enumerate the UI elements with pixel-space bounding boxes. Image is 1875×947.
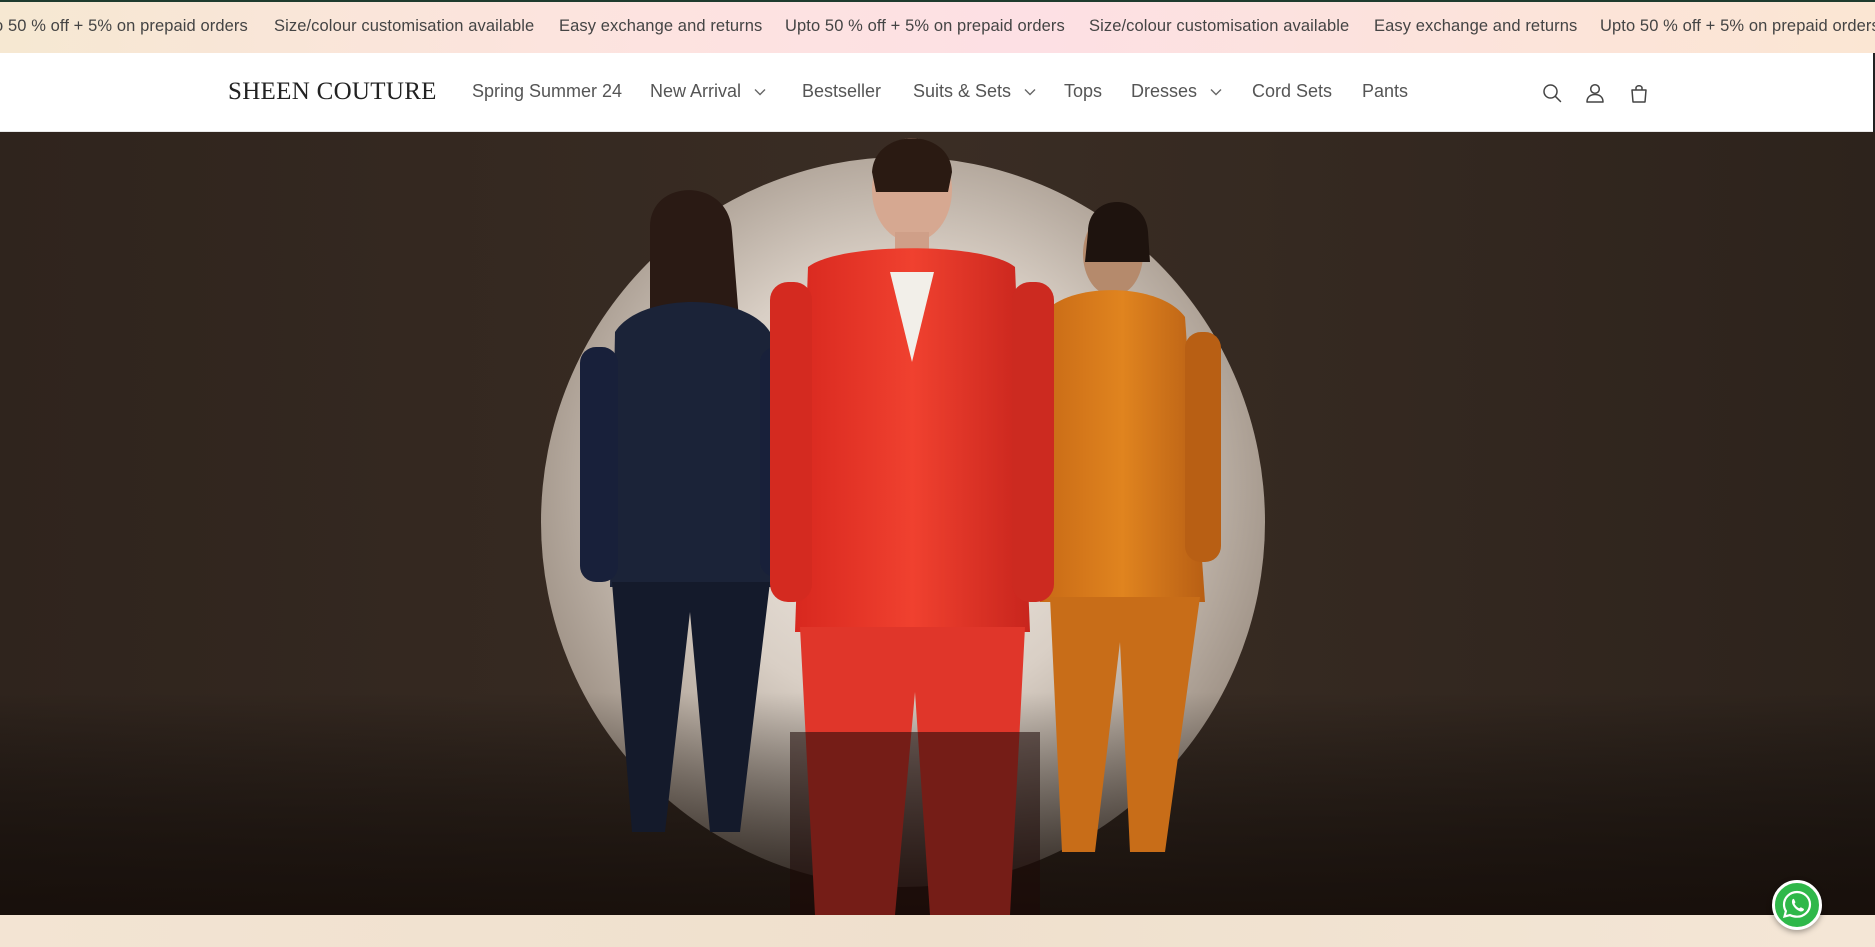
nav-item-spring-summer-24[interactable]: Spring Summer 24: [472, 81, 622, 102]
nav-item-label: New Arrival: [650, 81, 742, 101]
chevron-down-icon: [1210, 88, 1222, 95]
nav-item-label: Cord Sets: [1252, 81, 1333, 101]
chevron-down-icon: [1024, 88, 1036, 95]
announcement-item: Upto 50 % off + 5% on prepaid orders: [785, 17, 1065, 35]
whatsapp-icon: [1782, 890, 1812, 919]
nav-item-label: Dresses: [1131, 81, 1198, 101]
site-header: SHEEN COUTURE Spring Summer 24 New Arriv…: [0, 53, 1875, 132]
nav-item-label: Bestseller: [802, 81, 882, 101]
search-icon[interactable]: [1540, 81, 1564, 105]
announcement-track: o 50 % off + 5% on prepaid orders Size/c…: [0, 2, 1875, 53]
announcement-item: o 50 % off + 5% on prepaid orders: [0, 17, 248, 35]
announcement-item: Upto 50 % off + 5% on prepaid orders: [1600, 17, 1875, 35]
nav-item-label: Pants: [1362, 81, 1409, 101]
announcement-item: Easy exchange and returns: [1374, 17, 1578, 35]
nav-item-tops[interactable]: Tops: [1064, 81, 1102, 102]
hero-image: [0, 132, 1875, 915]
announcement-item: Easy exchange and returns: [559, 17, 763, 35]
brand-logo[interactable]: SHEEN COUTURE: [228, 78, 437, 106]
cart-icon[interactable]: [1627, 81, 1651, 105]
nav-item-suits-sets[interactable]: Suits & Sets: [913, 81, 1037, 102]
hero-banner[interactable]: [0, 132, 1875, 915]
account-icon[interactable]: [1583, 81, 1607, 105]
announcement-item: Size/colour customisation available: [274, 17, 535, 35]
nav-item-pants[interactable]: Pants: [1362, 81, 1408, 102]
chevron-down-icon: [754, 88, 766, 95]
next-section-preview: [0, 915, 1875, 947]
whatsapp-button[interactable]: [1772, 880, 1822, 930]
nav-item-label: Suits & Sets: [913, 81, 1012, 101]
nav-item-new-arrival[interactable]: New Arrival: [650, 81, 767, 102]
nav-item-label: Spring Summer 24: [472, 81, 623, 101]
nav-item-cord-sets[interactable]: Cord Sets: [1252, 81, 1332, 102]
nav-item-label: Tops: [1064, 81, 1103, 101]
nav-item-bestseller[interactable]: Bestseller: [802, 81, 881, 102]
announcement-item: Size/colour customisation available: [1089, 17, 1350, 35]
nav-item-dresses[interactable]: Dresses: [1131, 81, 1223, 102]
announcement-bar: o 50 % off + 5% on prepaid orders Size/c…: [0, 0, 1875, 53]
